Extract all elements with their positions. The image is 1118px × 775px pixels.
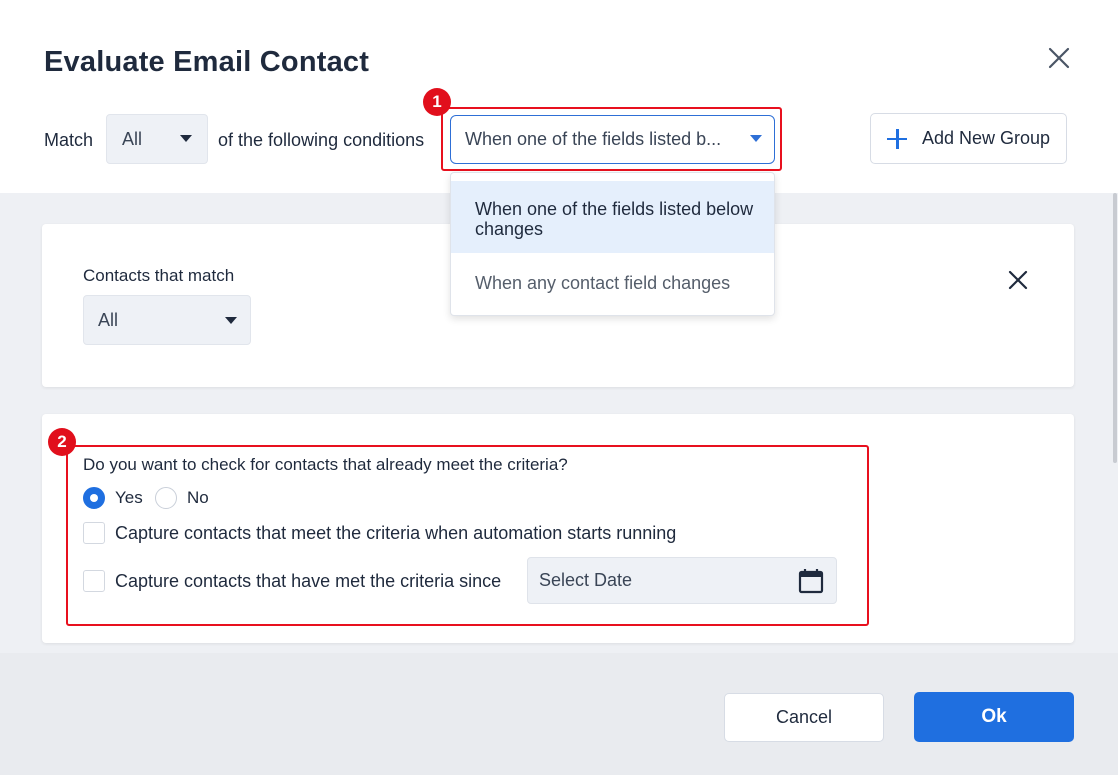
contacts-match-label: Contacts that match <box>83 266 235 285</box>
select-date-input[interactable]: Select Date <box>527 557 837 604</box>
trigger-condition-value: When one of the fields listed b... <box>465 129 722 149</box>
ok-button[interactable]: Ok <box>914 692 1074 742</box>
step-badge-2: 2 <box>48 428 76 456</box>
capture-since-label[interactable]: Capture contacts that have met the crite… <box>115 571 501 592</box>
contacts-match-select[interactable]: All <box>83 295 251 345</box>
plus-icon <box>887 128 907 149</box>
trigger-condition-select[interactable]: When one of the fields listed b... <box>450 115 775 164</box>
chevron-down-icon <box>750 135 762 142</box>
radio-no[interactable] <box>155 487 177 509</box>
dropdown-option-fields-listed[interactable]: When one of the fields listed below chan… <box>451 181 774 253</box>
close-icon[interactable] <box>1046 45 1072 71</box>
cancel-button[interactable]: Cancel <box>724 693 884 742</box>
match-select[interactable]: All <box>106 114 208 164</box>
chevron-down-icon <box>180 135 192 142</box>
dialog-title: Evaluate Email Contact <box>44 46 370 78</box>
match-label: Match <box>44 130 94 150</box>
select-date-placeholder: Select Date <box>539 570 633 590</box>
scrollbar[interactable] <box>1113 193 1117 463</box>
add-new-group-label: Add New Group <box>922 128 1051 148</box>
radio-yes[interactable] <box>83 487 105 509</box>
dropdown-option-any-field[interactable]: When any contact field changes <box>451 253 774 315</box>
capture-on-start-checkbox[interactable] <box>83 522 105 544</box>
add-new-group-button[interactable]: Add New Group <box>870 113 1067 164</box>
step-badge-1: 1 <box>423 88 451 116</box>
radio-yes-label[interactable]: Yes <box>115 488 143 508</box>
capture-on-start-label[interactable]: Capture contacts that meet the criteria … <box>115 523 676 544</box>
following-conditions-label: of the following conditions <box>218 130 425 150</box>
contacts-match-value: All <box>98 309 119 330</box>
chevron-down-icon <box>225 317 237 324</box>
existing-contacts-question: Do you want to check for contacts that a… <box>83 455 568 474</box>
calendar-icon[interactable] <box>798 568 824 594</box>
dialog-header: Evaluate Email Contact Match All of the … <box>0 0 1118 193</box>
radio-no-label[interactable]: No <box>187 488 209 508</box>
close-icon[interactable] <box>1008 270 1028 290</box>
trigger-condition-dropdown-menu: When one of the fields listed below chan… <box>450 172 775 316</box>
match-select-value: All <box>122 128 143 149</box>
capture-since-checkbox[interactable] <box>83 570 105 592</box>
